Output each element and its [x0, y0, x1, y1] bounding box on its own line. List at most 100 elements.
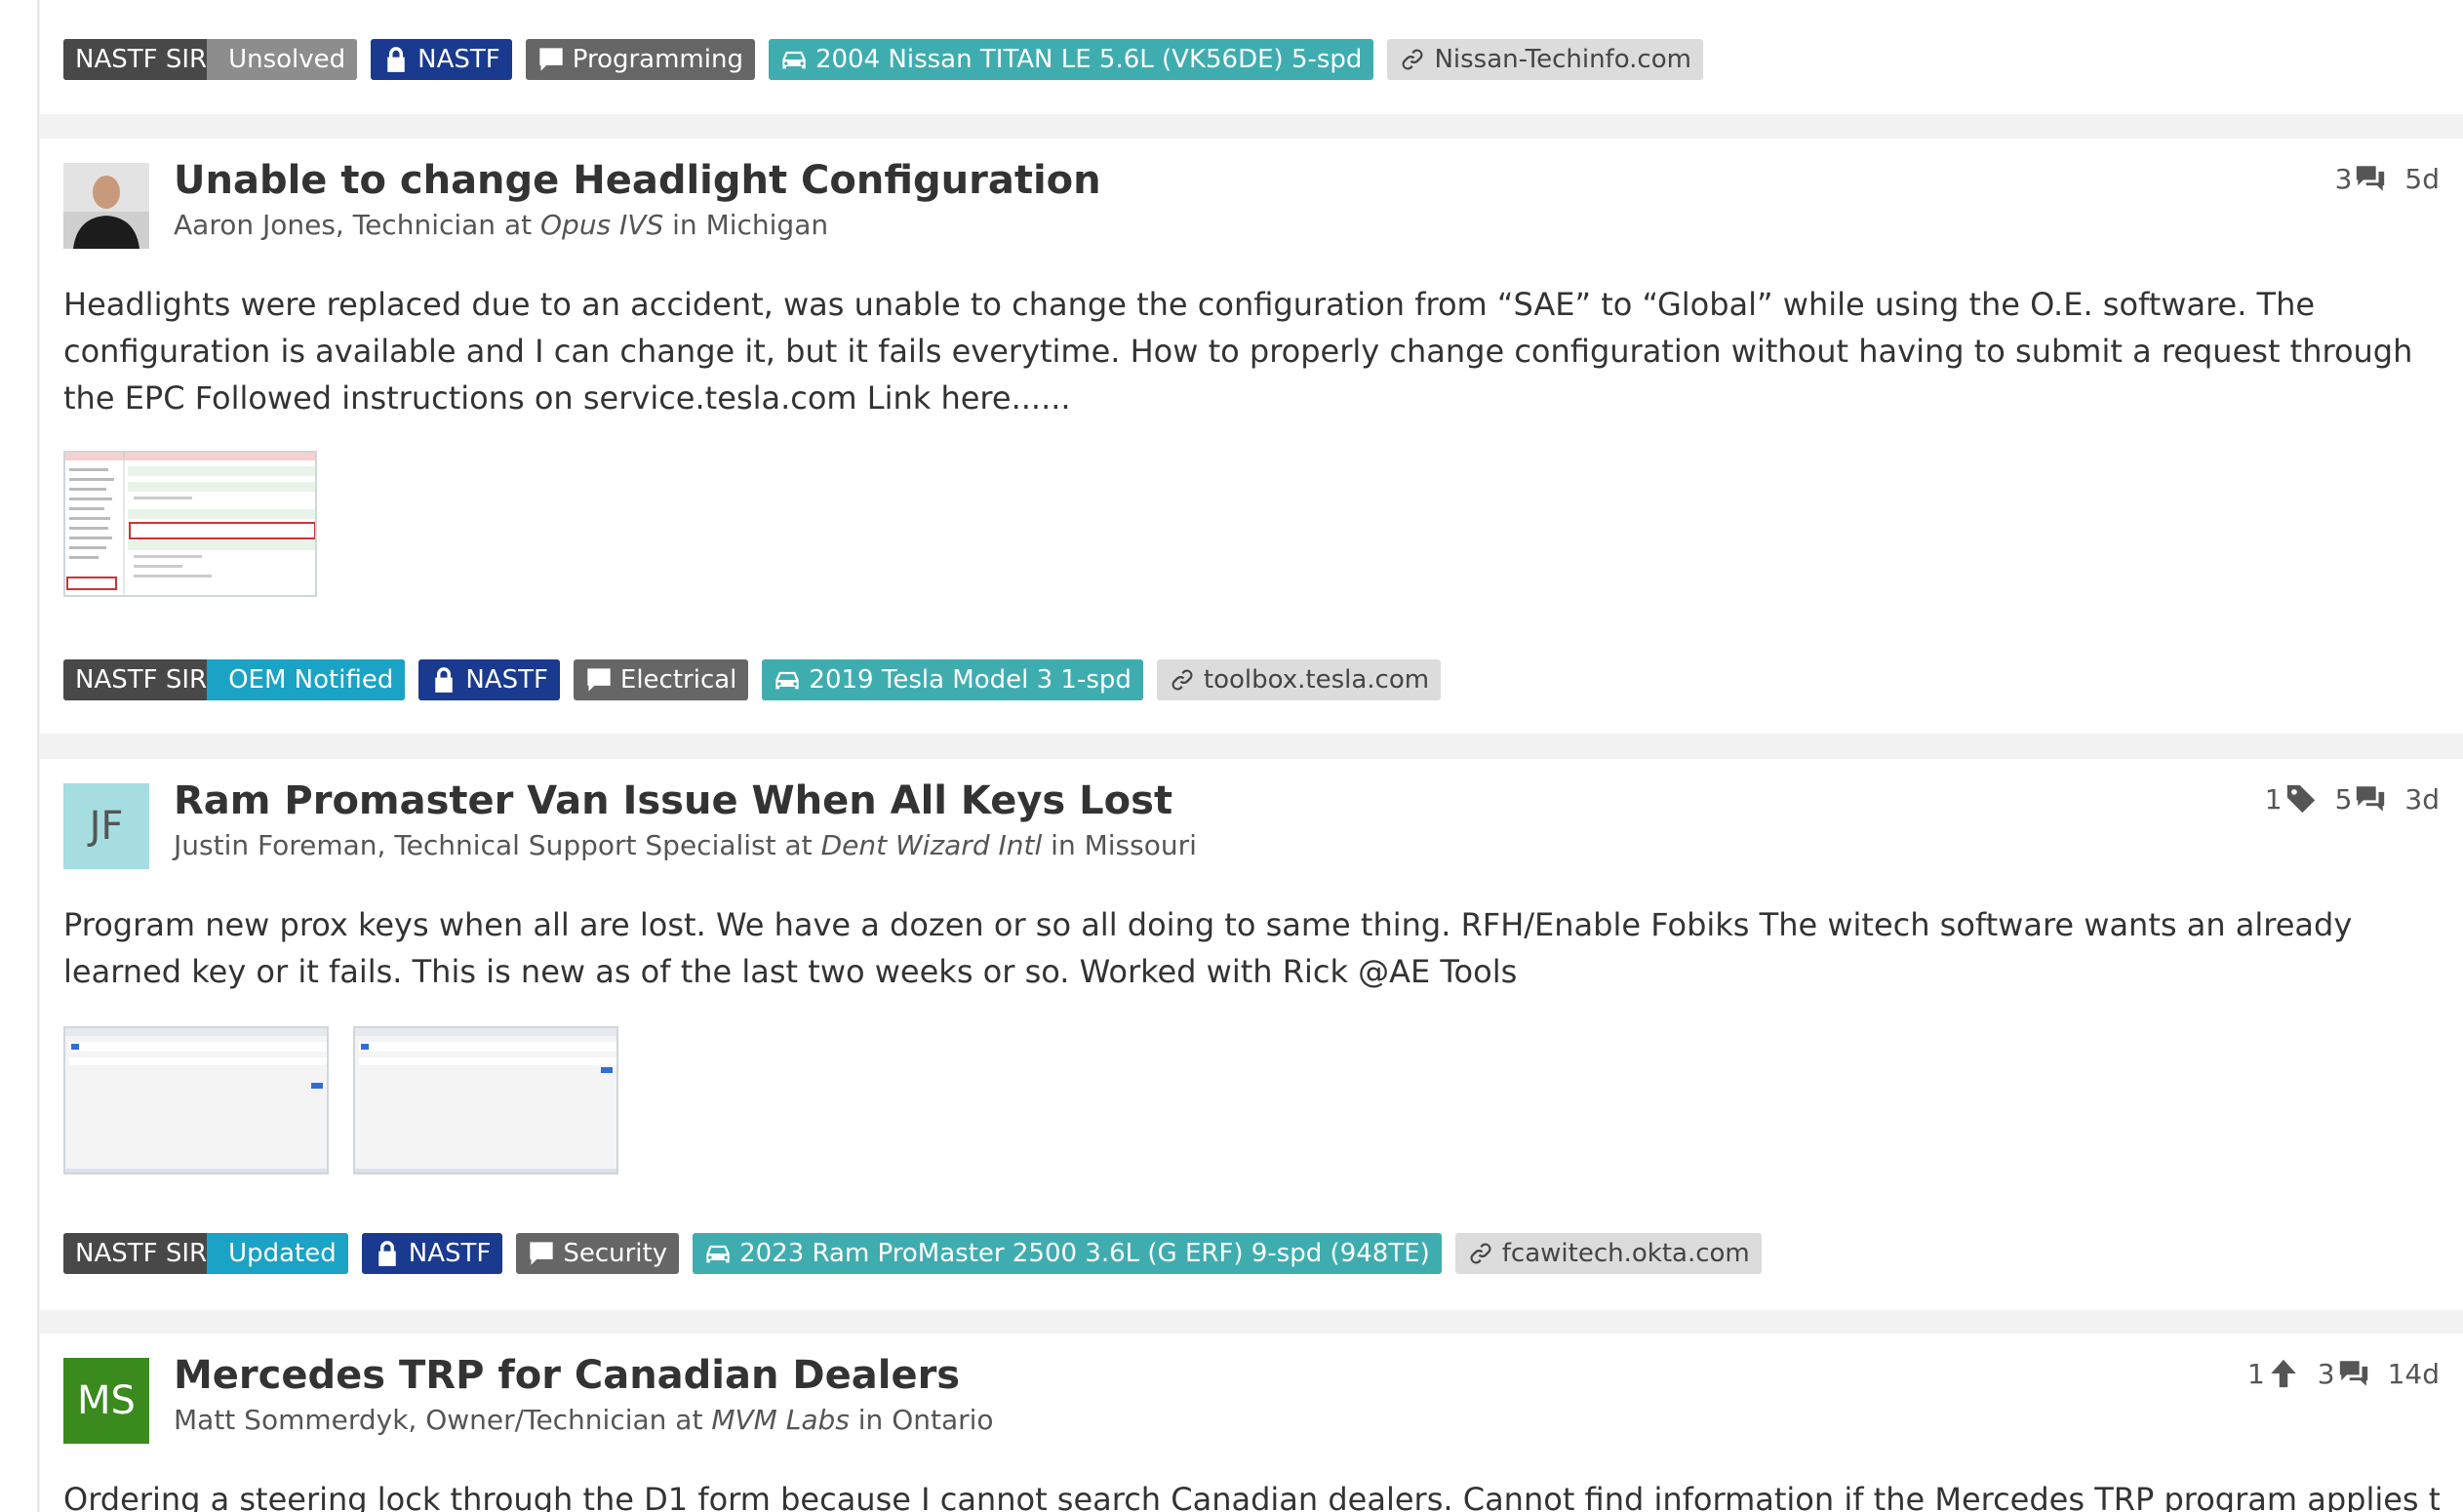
category-tag-label: Security — [563, 1239, 668, 1268]
category-tag[interactable]: Electrical — [573, 659, 749, 700]
vehicle-tag[interactable]: 2023 Ram ProMaster 2500 3.6L (G ERF) 9-s… — [693, 1233, 1442, 1274]
vehicle-tag[interactable]: 2019 Tesla Model 3 1-spd — [762, 659, 1143, 700]
upvote-count-value: 1 — [2246, 1357, 2265, 1390]
post-age: 3d — [2404, 782, 2440, 816]
author-location: in Missouri — [1051, 829, 1197, 861]
avatar[interactable]: MS — [63, 1358, 149, 1444]
link-tag[interactable]: toolbox.tesla.com — [1156, 659, 1442, 700]
comments-icon — [2357, 786, 2385, 812]
link-icon — [1169, 666, 1196, 694]
attachment-thumbnail[interactable] — [63, 451, 317, 597]
tag-icon — [2286, 784, 2315, 814]
sir-status-tag[interactable]: NASTF SIR Unsolved — [63, 39, 358, 80]
post-byline: Aaron Jones, Technician at Opus IVS in M… — [174, 209, 828, 241]
post-body: Ordering a steering lock through the D1 … — [63, 1481, 2440, 1512]
sir-tag-label: NASTF SIR — [63, 1233, 208, 1274]
post-card: Unable to change Headlight Configuration… — [40, 139, 2463, 734]
comment-icon — [537, 46, 565, 73]
post-card: JF Ram Promaster Van Issue When All Keys… — [40, 759, 2463, 1310]
author-company: Dent Wizard Intl — [820, 829, 1043, 861]
vehicle-tag-label: 2023 Ram ProMaster 2500 3.6L (G ERF) 9-s… — [739, 1239, 1430, 1268]
arrow-up-icon — [2271, 1359, 2296, 1388]
tag-row: NASTF SIR OEM Notified NASTF Electrical … — [63, 659, 1442, 700]
lock-icon — [430, 666, 457, 694]
link-icon — [1467, 1240, 1494, 1267]
access-tag[interactable]: NASTF — [361, 1233, 503, 1274]
sir-tag-value: OEM Notified — [207, 659, 406, 700]
vehicle-tag-label: 2004 Nissan TITAN LE 5.6L (VK56DE) 5-spd — [814, 45, 1363, 74]
comment-count[interactable]: 3 — [2318, 1357, 2370, 1390]
lock-icon — [382, 46, 410, 73]
author-location: in Ontario — [857, 1404, 994, 1436]
author-company: Opus IVS — [540, 209, 664, 241]
post-body: Headlights were replaced due to an accid… — [63, 286, 2413, 417]
avatar-photo — [63, 163, 149, 249]
post-meta: 1 5 3d — [2265, 782, 2440, 816]
author-name[interactable]: Justin Foreman, Technical Support Specia… — [174, 829, 813, 861]
link-tag[interactable]: fcawitech.okta.com — [1454, 1233, 1762, 1274]
screenshot-thumbnail-image — [65, 453, 315, 595]
car-icon — [774, 666, 801, 694]
comment-count-value: 3 — [2334, 162, 2353, 195]
tag-count[interactable]: 1 — [2265, 782, 2318, 816]
link-tag-label: fcawitech.okta.com — [1501, 1239, 1750, 1268]
sir-status-tag[interactable]: NASTF SIR Updated — [63, 1233, 348, 1274]
attachment-thumbnail[interactable] — [353, 1026, 618, 1174]
sir-tag-value: Unsolved — [207, 39, 358, 80]
post-body: Program new prox keys when all are lost.… — [63, 906, 2353, 990]
access-tag[interactable]: NASTF — [418, 659, 560, 700]
tag-row: NASTF SIR Unsolved NASTF Programming 200… — [63, 39, 1703, 80]
access-tag-label: NASTF — [417, 45, 500, 74]
screenshot-thumbnail-image — [65, 1028, 327, 1173]
comment-count[interactable]: 5 — [2335, 782, 2388, 816]
link-tag-label: toolbox.tesla.com — [1203, 665, 1430, 695]
comment-icon — [528, 1240, 555, 1267]
vehicle-tag-label: 2019 Tesla Model 3 1-spd — [809, 665, 1132, 695]
post-byline: Justin Foreman, Technical Support Specia… — [174, 829, 1197, 861]
post-age: 14d — [2387, 1357, 2440, 1390]
attachment-thumbnail[interactable] — [63, 1026, 329, 1174]
author-name[interactable]: Aaron Jones, Technician at — [174, 209, 532, 241]
post-card: MS Mercedes TRP for Canadian Dealers Mat… — [40, 1333, 2463, 1512]
link-icon — [1399, 46, 1426, 73]
tag-count-value: 1 — [2264, 782, 2283, 816]
link-tag-label: Nissan-Techinfo.com — [1434, 45, 1691, 74]
post-meta: 3 5d — [2335, 162, 2440, 195]
upvote-count[interactable]: 1 — [2247, 1357, 2300, 1390]
author-company: MVM Labs — [711, 1404, 850, 1436]
author-name[interactable]: Matt Sommerdyk, Owner/Technician at — [174, 1404, 702, 1436]
post-title[interactable]: Ram Promaster Van Issue When All Keys Lo… — [174, 778, 1172, 823]
comments-icon — [2339, 1361, 2367, 1386]
sir-status-tag[interactable]: NASTF SIR OEM Notified — [63, 659, 406, 700]
post-meta: 1 3 14d — [2247, 1357, 2440, 1390]
car-icon — [704, 1240, 732, 1267]
post-title[interactable]: Unable to change Headlight Configuration — [174, 158, 1101, 203]
sir-tag-label: NASTF SIR — [63, 659, 208, 700]
post-byline: Matt Sommerdyk, Owner/Technician at MVM … — [174, 1404, 994, 1436]
screenshot-thumbnail-image — [355, 1028, 616, 1173]
vehicle-tag[interactable]: 2004 Nissan TITAN LE 5.6L (VK56DE) 5-spd — [768, 39, 1374, 80]
sir-tag-label: NASTF SIR — [63, 39, 208, 80]
link-tag[interactable]: Nissan-Techinfo.com — [1387, 39, 1703, 80]
lock-icon — [374, 1240, 401, 1267]
category-tag[interactable]: Security — [516, 1233, 680, 1274]
comment-count-value: 5 — [2334, 782, 2353, 816]
avatar[interactable] — [63, 163, 149, 249]
access-tag[interactable]: NASTF — [371, 39, 512, 80]
post-age: 5d — [2404, 162, 2440, 195]
post-card: NASTF SIR Unsolved NASTF Programming 200… — [40, 0, 2463, 114]
comments-icon — [2357, 166, 2385, 191]
access-tag-label: NASTF — [465, 665, 548, 695]
avatar[interactable]: JF — [63, 783, 149, 869]
comment-count[interactable]: 3 — [2335, 162, 2388, 195]
access-tag-label: NASTF — [408, 1239, 492, 1268]
category-tag-label: Programming — [572, 45, 743, 74]
sir-tag-value: Updated — [207, 1233, 348, 1274]
tag-row: NASTF SIR Updated NASTF Security 2023 Ra… — [63, 1233, 1762, 1274]
car-icon — [780, 46, 808, 73]
category-tag[interactable]: Programming — [525, 39, 755, 80]
comment-icon — [585, 666, 613, 694]
comment-count-value: 3 — [2317, 1357, 2335, 1390]
avatar-initials: MS — [77, 1378, 136, 1423]
post-title[interactable]: Mercedes TRP for Canadian Dealers — [174, 1353, 960, 1398]
